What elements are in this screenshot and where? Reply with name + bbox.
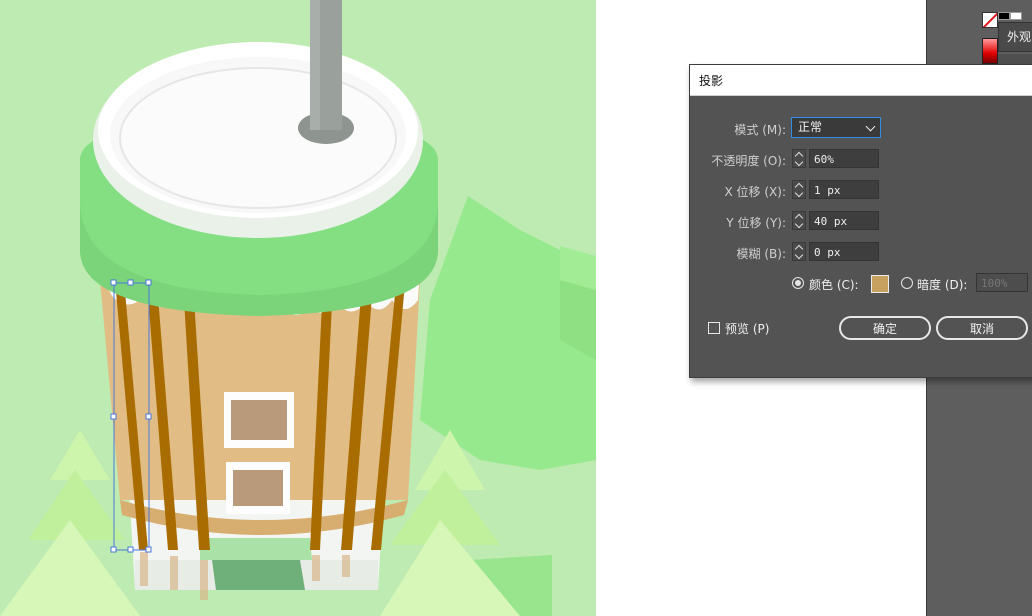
appearance-panel-tab[interactable]: 外观 — [998, 22, 1032, 52]
y-offset-label: Y 位移 (Y): — [726, 216, 786, 230]
opacity-spinner-icon[interactable] — [792, 149, 806, 168]
color-option-label: 颜色 (C): — [809, 278, 859, 292]
chevron-down-icon — [865, 121, 876, 132]
black-swatch[interactable] — [998, 12, 1010, 20]
x-offset-label: X 位移 (X): — [724, 185, 786, 199]
coffee-cup-illustration — [0, 0, 596, 616]
appearance-tab-label: 外观 — [1007, 30, 1032, 44]
dialog-titlebar[interactable]: 投影 — [690, 65, 1032, 96]
white-swatch[interactable] — [1010, 12, 1022, 20]
blur-label: 模糊 (B): — [736, 247, 786, 261]
y-offset-field[interactable]: 40 px — [809, 211, 879, 230]
opacity-field[interactable]: 60% — [809, 149, 879, 168]
drop-shadow-dialog: 投影 模式 (M): 正常 不透明度 (O): 60% X 位移 (X): 1 … — [689, 64, 1032, 378]
darkness-field: 100% — [976, 273, 1028, 292]
none-swatch-icon[interactable] — [982, 12, 998, 28]
blur-spinner-icon[interactable] — [792, 242, 806, 261]
darkness-option-label: 暗度 (D): — [917, 278, 968, 292]
dialog-title: 投影 — [699, 74, 724, 88]
x-offset-field[interactable]: 1 px — [809, 180, 879, 199]
artboard-canvas[interactable] — [0, 0, 596, 616]
preview-label: 预览 (P) — [725, 322, 770, 336]
x-offset-spinner-icon[interactable] — [792, 180, 806, 199]
color-radio-icon[interactable] — [792, 277, 804, 289]
y-offset-spinner-icon[interactable] — [792, 211, 806, 230]
shadow-color-swatch[interactable] — [871, 275, 889, 293]
cancel-button[interactable]: 取消 — [936, 316, 1028, 340]
blur-field[interactable]: 0 px — [809, 242, 879, 261]
ok-button[interactable]: 确定 — [839, 316, 931, 340]
mode-label: 模式 (M): — [734, 123, 786, 137]
darkness-radio-icon[interactable] — [901, 277, 913, 289]
mode-select-value: 正常 — [798, 120, 823, 134]
mode-select[interactable]: 正常 — [791, 117, 881, 138]
preview-checkbox-icon[interactable] — [708, 322, 720, 334]
panel-strip — [998, 54, 1032, 64]
opacity-label: 不透明度 (O): — [711, 154, 786, 168]
gradient-swatch-icon[interactable] — [982, 38, 998, 64]
